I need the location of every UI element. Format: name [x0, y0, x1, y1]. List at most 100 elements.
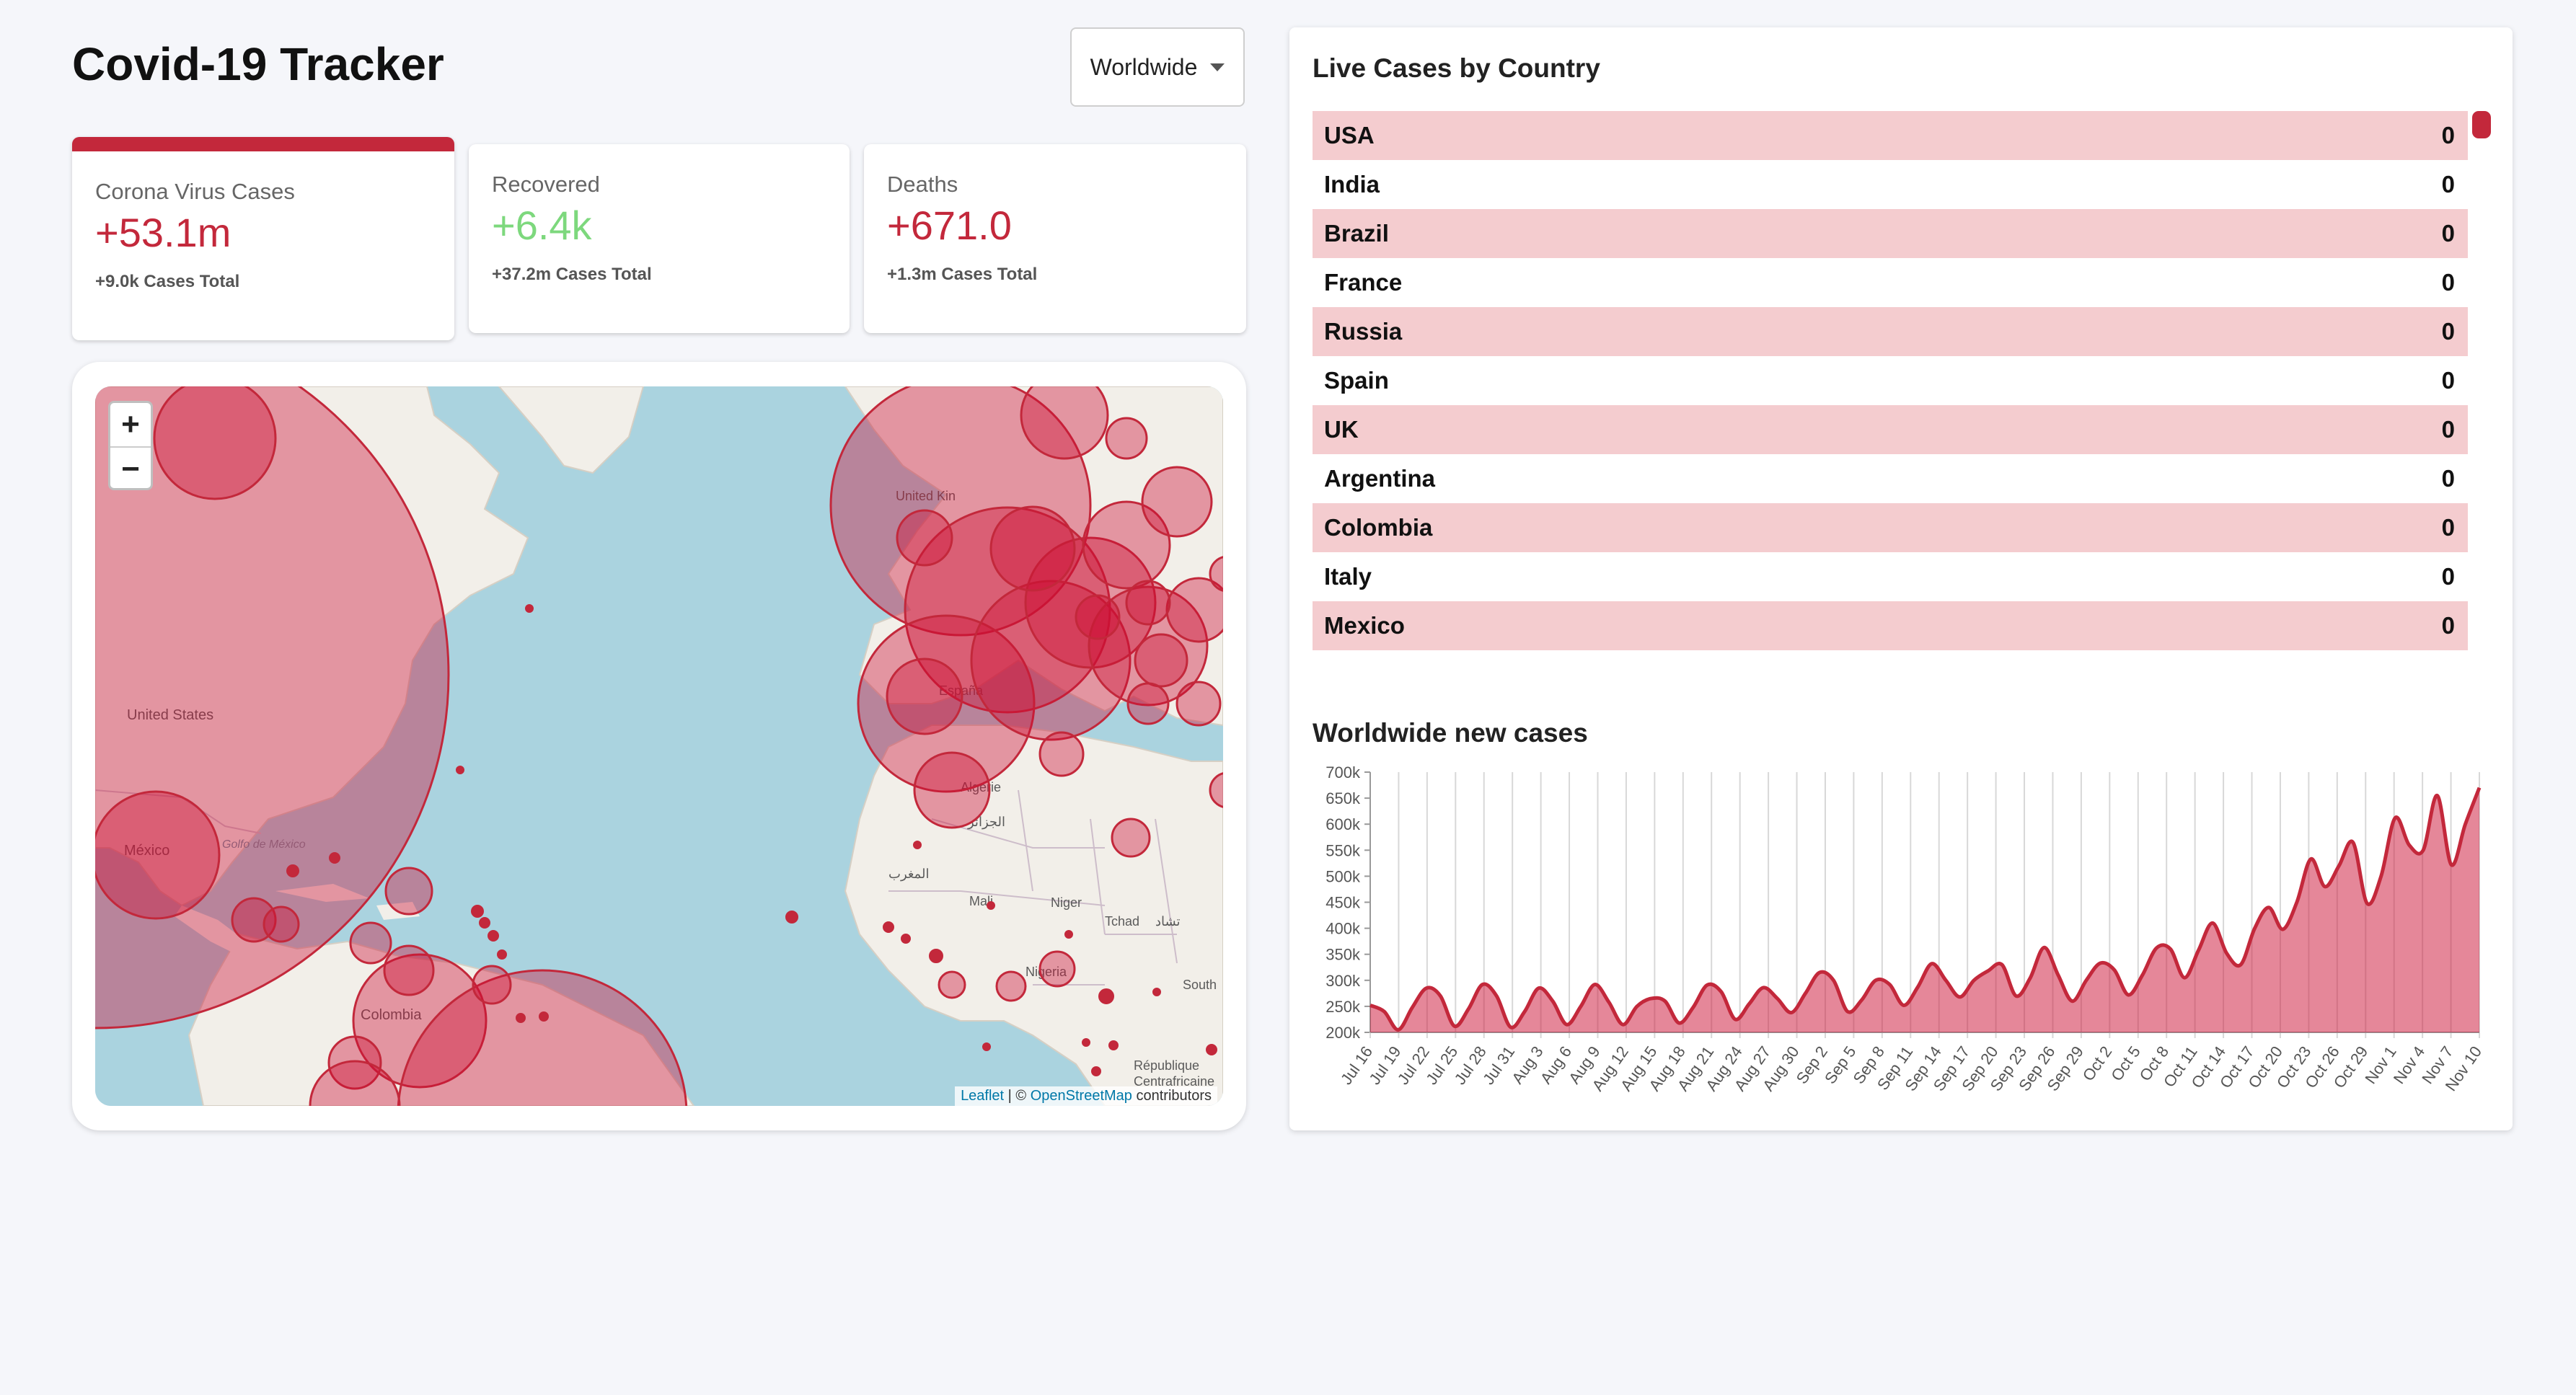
country-select[interactable]: Worldwide: [1070, 27, 1245, 107]
data-point[interactable]: [1843, 1007, 1852, 1016]
data-point[interactable]: [2110, 965, 2119, 974]
data-point[interactable]: [1829, 976, 1838, 985]
data-point[interactable]: [2363, 899, 2371, 908]
case-dot[interactable]: [525, 604, 534, 613]
case-bubble-venezuela[interactable]: [472, 965, 512, 1005]
data-point[interactable]: [1689, 1003, 1698, 1011]
data-point[interactable]: [1787, 1009, 1796, 1017]
case-dot[interactable]: [1064, 930, 1073, 939]
data-point[interactable]: [2419, 846, 2427, 854]
data-point[interactable]: [1984, 967, 1993, 975]
data-point[interactable]: [1801, 989, 1810, 998]
data-point[interactable]: [2278, 925, 2287, 934]
stat-card-cases[interactable]: Corona Virus Cases +53.1m +9.0k Cases To…: [72, 137, 454, 340]
data-point[interactable]: [1773, 994, 1782, 1003]
data-point[interactable]: [1900, 1001, 1908, 1009]
case-bubble-panama[interactable]: [383, 944, 435, 996]
data-point[interactable]: [2475, 784, 2484, 792]
case-dot[interactable]: [1206, 1044, 1217, 1055]
data-point[interactable]: [1408, 1003, 1416, 1011]
data-point[interactable]: [2039, 943, 2048, 952]
data-point[interactable]: [2461, 820, 2470, 828]
case-dot[interactable]: [982, 1042, 991, 1051]
data-point[interactable]: [1520, 1007, 1529, 1016]
data-point[interactable]: [1731, 1015, 1739, 1024]
data-point[interactable]: [2433, 791, 2442, 800]
data-point[interactable]: [1478, 980, 1487, 989]
case-dot[interactable]: [286, 864, 299, 877]
data-point[interactable]: [1605, 998, 1613, 1006]
data-point[interactable]: [1576, 1002, 1585, 1011]
case-bubble-ivory-coast[interactable]: [995, 970, 1027, 1002]
openstreetmap-link[interactable]: OpenStreetMap: [1031, 1088, 1132, 1104]
data-point[interactable]: [1703, 980, 1711, 989]
case-bubble-cuba[interactable]: [384, 867, 433, 916]
data-point[interactable]: [1675, 1019, 1683, 1027]
case-bubble-costa-rica[interactable]: [349, 921, 392, 965]
data-point[interactable]: [1815, 968, 1824, 977]
case-dot[interactable]: [539, 1011, 549, 1022]
data-point[interactable]: [1492, 991, 1501, 1000]
case-dot[interactable]: [1152, 988, 1161, 996]
case-bubble-ghana[interactable]: [1038, 950, 1076, 988]
data-point[interactable]: [2349, 838, 2357, 846]
case-dot[interactable]: [497, 949, 507, 960]
data-point[interactable]: [1745, 999, 1754, 1008]
data-point[interactable]: [1857, 996, 1866, 1004]
case-dot[interactable]: [1108, 1040, 1119, 1050]
data-point[interactable]: [2195, 946, 2203, 955]
data-point[interactable]: [2251, 924, 2259, 933]
data-point[interactable]: [2391, 814, 2399, 823]
data-point[interactable]: [2306, 855, 2315, 864]
data-point[interactable]: [1618, 1020, 1627, 1029]
data-point[interactable]: [2377, 872, 2386, 880]
data-point[interactable]: [2138, 971, 2147, 980]
data-point[interactable]: [2223, 949, 2231, 957]
case-bubble-honduras[interactable]: [263, 905, 300, 943]
data-point[interactable]: [2334, 862, 2343, 870]
case-dot[interactable]: [471, 905, 484, 918]
case-dot[interactable]: [516, 1013, 526, 1023]
case-dot[interactable]: [329, 852, 340, 864]
data-point[interactable]: [2208, 918, 2217, 927]
case-dot[interactable]: [1082, 1038, 1090, 1047]
stat-card-deaths[interactable]: Deaths +671.0 +1.3m Cases Total: [864, 144, 1246, 333]
case-bubble-canada[interactable]: [153, 386, 277, 500]
case-dot[interactable]: [913, 841, 922, 849]
case-dot[interactable]: [901, 934, 911, 944]
data-point[interactable]: [1464, 1005, 1473, 1014]
case-dot[interactable]: [785, 911, 798, 924]
data-point[interactable]: [2293, 898, 2301, 907]
case-dot[interactable]: [883, 921, 894, 933]
data-point[interactable]: [1507, 1023, 1515, 1032]
data-point[interactable]: [1633, 1002, 1641, 1011]
data-point[interactable]: [1535, 984, 1543, 993]
data-point[interactable]: [2152, 944, 2161, 952]
world-map[interactable]: United States México Golfo de México Col…: [95, 386, 1223, 1106]
data-point[interactable]: [1661, 997, 1669, 1006]
data-point[interactable]: [2124, 991, 2132, 999]
data-point[interactable]: [2236, 960, 2245, 969]
data-point[interactable]: [1646, 994, 1655, 1003]
data-point[interactable]: [2180, 973, 2189, 982]
case-bubble-bulgaria[interactable]: [1126, 682, 1170, 725]
case-bubble-greece[interactable]: [1175, 681, 1222, 727]
case-bubble-libya[interactable]: [1111, 818, 1151, 858]
case-dot[interactable]: [488, 930, 499, 942]
data-point[interactable]: [1366, 1001, 1375, 1009]
case-dot[interactable]: [929, 949, 943, 963]
case-bubble-tunisia[interactable]: [1038, 731, 1085, 777]
data-point[interactable]: [2447, 861, 2456, 869]
data-point[interactable]: [2026, 974, 2034, 983]
data-point[interactable]: [2096, 959, 2104, 967]
data-point[interactable]: [1871, 976, 1880, 985]
case-bubble-mexico[interactable]: [95, 790, 221, 920]
data-point[interactable]: [1436, 991, 1444, 1000]
data-point[interactable]: [2068, 997, 2076, 1006]
case-bubble-belgium[interactable]: [1141, 466, 1213, 538]
data-point[interactable]: [1394, 1025, 1403, 1034]
data-point[interactable]: [2012, 991, 2021, 1000]
data-point[interactable]: [1759, 983, 1768, 992]
data-point[interactable]: [2321, 882, 2329, 891]
data-point[interactable]: [1548, 997, 1557, 1006]
